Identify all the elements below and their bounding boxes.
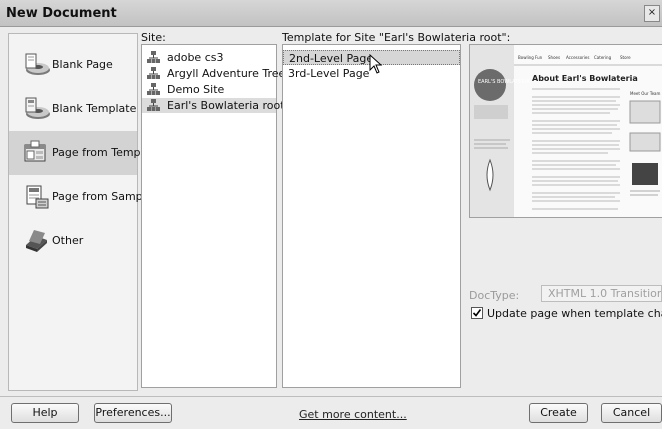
category-label: Other	[52, 234, 84, 247]
template-item-label: 3rd-Level Page	[288, 67, 370, 80]
page-from-template-icon	[24, 140, 46, 162]
site-icon	[147, 99, 160, 111]
category-label: Blank Page	[52, 58, 113, 71]
site-icon	[147, 51, 160, 63]
site-icon	[147, 83, 160, 95]
preview-side-heading: Meet Our Team	[630, 91, 660, 96]
preview-nav-item: Shoes	[548, 55, 560, 60]
doctype-select[interactable]: XHTML 1.0 Transitional	[541, 285, 662, 302]
category-other[interactable]: Other	[9, 219, 137, 263]
mouse-cursor-icon	[369, 54, 383, 74]
site-item[interactable]: adobe cs3	[142, 50, 276, 65]
template-list[interactable]: 2nd-Level Page 3rd-Level Page	[282, 44, 461, 388]
category-blank-page[interactable]: Blank Page	[9, 43, 137, 87]
template-preview: EARL'S BOWLATERIA Bowling Fun Shoes Acce…	[469, 44, 662, 218]
preview-nav-item: Catering	[594, 55, 612, 60]
preview-nav-item: Accessories	[566, 55, 589, 60]
cancel-button[interactable]: Cancel	[601, 403, 662, 423]
category-list: Blank Page Blank Template Page from Temp…	[8, 33, 161, 391]
other-icon	[26, 230, 47, 252]
site-item[interactable]: Argyll Adventure Tree	[142, 66, 285, 81]
template-label: Template for Site "Earl's Bowlateria roo…	[282, 31, 511, 44]
create-button[interactable]: Create	[529, 403, 588, 423]
title-bar: New Document ×	[0, 0, 662, 27]
update-page-label: Update page when template changes	[487, 307, 662, 320]
site-item-label: Demo Site	[167, 83, 225, 96]
template-item-label: 2nd-Level Page	[289, 52, 374, 65]
page-from-sample-icon	[26, 185, 49, 209]
blank-template-icon	[25, 97, 50, 119]
preview-nav-item: Store	[620, 55, 631, 60]
preview-heading: About Earl's Bowlateria	[532, 74, 638, 83]
category-label: Page from Sample	[52, 190, 153, 203]
checkmark-icon	[472, 309, 482, 317]
site-list[interactable]: adobe cs3 Argyll Adventure Tree Demo Sit…	[141, 44, 285, 388]
category-page-from-sample[interactable]: Page from Sample	[9, 175, 152, 219]
footer-divider	[0, 396, 662, 397]
blank-page-icon	[25, 53, 50, 75]
site-icon	[147, 67, 160, 79]
preview-thumbnail: EARL'S BOWLATERIA Bowling Fun Shoes Acce…	[470, 45, 662, 217]
doctype-label: DocType:	[469, 289, 520, 302]
preview-nav-item: Bowling Fun	[518, 55, 543, 60]
close-button[interactable]: ×	[644, 5, 660, 22]
preview-logo-text: EARL'S BOWLATERIA	[478, 79, 530, 85]
category-label: Blank Template	[52, 102, 137, 115]
site-item[interactable]: Earl's Bowlateria root	[142, 98, 285, 113]
get-more-content-link[interactable]: Get more content...	[299, 408, 407, 421]
category-blank-template[interactable]: Blank Template	[9, 87, 137, 131]
dialog-title: New Document	[6, 6, 117, 21]
site-item-label: Earl's Bowlateria root	[167, 99, 285, 112]
category-page-from-template[interactable]: Page from Template	[9, 131, 161, 175]
preferences-button[interactable]: Preferences...	[94, 403, 172, 423]
site-item-label: adobe cs3	[167, 51, 224, 64]
site-item-label: Argyll Adventure Tree	[167, 67, 286, 80]
update-page-checkbox[interactable]	[471, 307, 483, 319]
site-item[interactable]: Demo Site	[142, 82, 276, 97]
site-label: Site:	[141, 31, 166, 44]
help-button[interactable]: Help	[11, 403, 79, 423]
